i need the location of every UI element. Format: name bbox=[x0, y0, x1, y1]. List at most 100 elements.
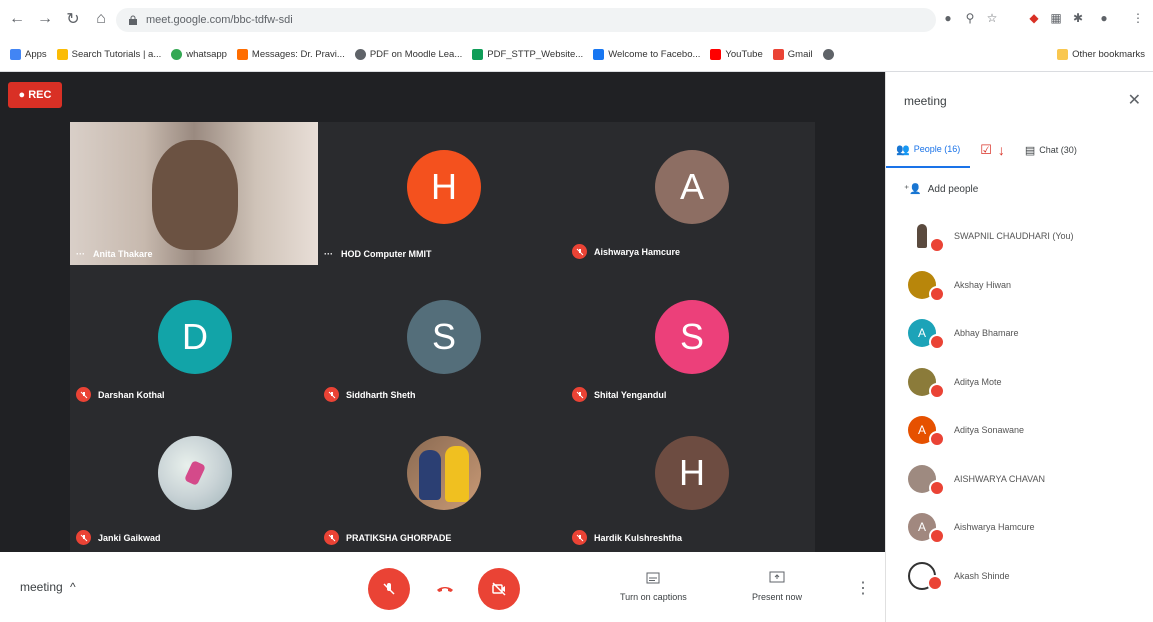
close-icon[interactable]: ✕ bbox=[1128, 90, 1141, 110]
person-row[interactable]: Akshay Hiwan bbox=[886, 261, 1153, 310]
person-avatar bbox=[908, 464, 945, 496]
person-name: Aditya Sonawane bbox=[954, 425, 1025, 436]
bookmark-item[interactable]: whatsapp bbox=[171, 49, 227, 60]
recording-label: REC bbox=[28, 89, 52, 101]
participant-tile[interactable]: ··· Anita Thakare bbox=[70, 122, 318, 265]
person-name: Aditya Mote bbox=[954, 376, 1002, 387]
bookmark-label: whatsapp bbox=[186, 49, 227, 60]
person-row[interactable]: SWAPNIL CHAUDHARI (You) bbox=[886, 212, 1153, 261]
captions-button[interactable]: Turn on captions bbox=[620, 568, 687, 602]
bookmark-item[interactable]: Messages: Dr. Pravi... bbox=[236, 49, 345, 60]
download-arrow-icon: ↓ bbox=[997, 142, 1005, 158]
tab-people[interactable]: 👥 People (16) bbox=[886, 132, 971, 168]
participant-tile[interactable]: D Darshan Kothal bbox=[70, 265, 318, 408]
person-avatar: A bbox=[908, 416, 945, 448]
participant-name-row: Darshan Kothal bbox=[76, 387, 165, 402]
participant-tile[interactable]: Janki Gaikwad bbox=[70, 408, 318, 551]
present-now-button[interactable]: Present now bbox=[752, 568, 802, 602]
person-name: Akash Shinde bbox=[954, 570, 1010, 581]
present-label: Present now bbox=[752, 592, 803, 602]
tab-chat-label: Chat (30) bbox=[1039, 145, 1077, 155]
avatar-initial: A bbox=[917, 423, 926, 438]
tab-chat[interactable]: ▤ Chat (30) bbox=[1015, 132, 1087, 168]
bookmark-apps[interactable]: Apps bbox=[10, 49, 47, 60]
participant-name-row: PRATIKSHA GHORPADE bbox=[324, 530, 451, 545]
meeting-details-toggle[interactable]: meeting ^ bbox=[20, 580, 76, 594]
tab-people-label: People (16) bbox=[913, 144, 961, 154]
person-name: AISHWARYA CHAVAN bbox=[954, 473, 1046, 484]
bookmark-item[interactable] bbox=[822, 49, 838, 60]
present-screen-icon bbox=[767, 568, 787, 588]
bookmark-item[interactable]: PDF on Moodle Lea... bbox=[354, 49, 462, 60]
mic-off-icon bbox=[929, 382, 945, 399]
forward-icon[interactable]: → bbox=[34, 8, 56, 30]
participant-name: Aishwarya Hamcure bbox=[594, 246, 681, 257]
camera-toggle-button[interactable] bbox=[478, 568, 520, 610]
participant-avatar: A bbox=[655, 150, 729, 224]
person-avatar bbox=[908, 222, 945, 254]
participant-tile[interactable]: H Hardik Kulshreshtha bbox=[566, 408, 814, 551]
gmail-icon bbox=[772, 49, 784, 60]
bookmark-item[interactable]: Search Tutorials | a... bbox=[56, 49, 161, 60]
extension-icon[interactable]: ▦ bbox=[1048, 10, 1064, 26]
bookmark-item[interactable]: Gmail bbox=[772, 49, 813, 60]
mic-off-icon bbox=[76, 530, 91, 545]
leave-call-button[interactable] bbox=[424, 568, 466, 610]
other-bookmarks[interactable]: Other bookmarks bbox=[1057, 49, 1145, 60]
back-icon[interactable]: ← bbox=[6, 8, 28, 30]
tab-extension[interactable]: ☑ ↓ bbox=[970, 132, 1015, 168]
checklist-icon: ☑ bbox=[980, 142, 992, 157]
participant-name: Darshan Kothal bbox=[98, 389, 165, 400]
youtube-icon bbox=[710, 49, 722, 60]
people-list: SWAPNIL CHAUDHARI (You) Akshay Hiwan A A… bbox=[886, 212, 1153, 600]
camera-icon[interactable]: ● bbox=[940, 10, 956, 26]
bookmark-item[interactable]: YouTube bbox=[710, 49, 763, 60]
add-people-button[interactable]: ⁺👤 Add people bbox=[904, 184, 978, 195]
person-row[interactable]: A Aditya Sonawane bbox=[886, 406, 1153, 455]
captions-label: Turn on captions bbox=[620, 592, 687, 602]
star-icon[interactable]: ☆ bbox=[984, 10, 1000, 26]
bookmarks-bar: Apps Search Tutorials | a... whatsapp Me… bbox=[0, 38, 1153, 72]
person-row[interactable]: Aditya Mote bbox=[886, 358, 1153, 407]
participant-tile[interactable]: S Shital Yengandul bbox=[566, 265, 814, 408]
participant-avatar: H bbox=[407, 150, 481, 224]
person-row[interactable]: Akash Shinde bbox=[886, 552, 1153, 601]
person-row[interactable]: A Abhay Bhamare bbox=[886, 309, 1153, 358]
profile-icon[interactable]: ● bbox=[1096, 10, 1112, 26]
chat-icon: ▤ bbox=[1024, 144, 1036, 157]
extension-icon[interactable]: ✱ bbox=[1070, 10, 1086, 26]
person-photo bbox=[917, 224, 927, 249]
avatar-initial: A bbox=[917, 326, 926, 341]
mic-toggle-button[interactable] bbox=[368, 568, 410, 610]
menu-kebab-icon[interactable]: ⋮ bbox=[1130, 10, 1146, 26]
participant-name-row: ··· Anita Thakare bbox=[76, 249, 153, 259]
extension-icon[interactable]: ◆ bbox=[1026, 10, 1042, 26]
meeting-controls-bar: meeting ^ Turn on captions Present now ⋮ bbox=[0, 552, 885, 622]
mic-off-icon bbox=[927, 574, 943, 591]
mic-off-icon bbox=[929, 237, 945, 254]
zoom-icon[interactable]: ⚲ bbox=[962, 10, 978, 26]
participant-name: Siddharth Sheth bbox=[346, 389, 416, 400]
participant-photo-avatar bbox=[158, 436, 232, 510]
person-row[interactable]: AISHWARYA CHAVAN bbox=[886, 455, 1153, 504]
bookmark-item[interactable]: Welcome to Facebo... bbox=[593, 49, 700, 60]
home-icon[interactable]: ⌂ bbox=[90, 8, 112, 30]
bookmark-favicon-icon bbox=[354, 49, 366, 60]
person-row[interactable]: A Aishwarya Hamcure bbox=[886, 503, 1153, 552]
recording-badge: ● REC bbox=[8, 82, 62, 108]
participant-tile[interactable]: PRATIKSHA GHORPADE bbox=[318, 408, 566, 551]
address-text: meet.google.com/bbc-tdfw-sdi bbox=[146, 14, 293, 26]
participant-tile[interactable]: S Siddharth Sheth bbox=[318, 265, 566, 408]
reload-icon[interactable]: ↻ bbox=[62, 8, 84, 30]
browser-toolbar: ← → ↻ ⌂ meet.google.com/bbc-tdfw-sdi ● ⚲… bbox=[0, 0, 1153, 38]
bookmark-item[interactable]: PDF_STTP_Website... bbox=[472, 49, 583, 60]
mic-off-icon bbox=[929, 334, 945, 351]
participant-tile[interactable]: H ··· HOD Computer MMIT bbox=[318, 122, 566, 265]
lock-icon bbox=[129, 15, 137, 25]
participant-tile[interactable]: A Aishwarya Hamcure bbox=[566, 122, 814, 265]
more-options-icon[interactable]: ⋮ bbox=[855, 578, 871, 598]
bookmark-label: Welcome to Facebo... bbox=[608, 49, 701, 60]
participant-name-row: Shital Yengandul bbox=[572, 387, 666, 402]
address-bar[interactable]: meet.google.com/bbc-tdfw-sdi bbox=[116, 8, 936, 32]
person-avatar bbox=[908, 367, 945, 399]
